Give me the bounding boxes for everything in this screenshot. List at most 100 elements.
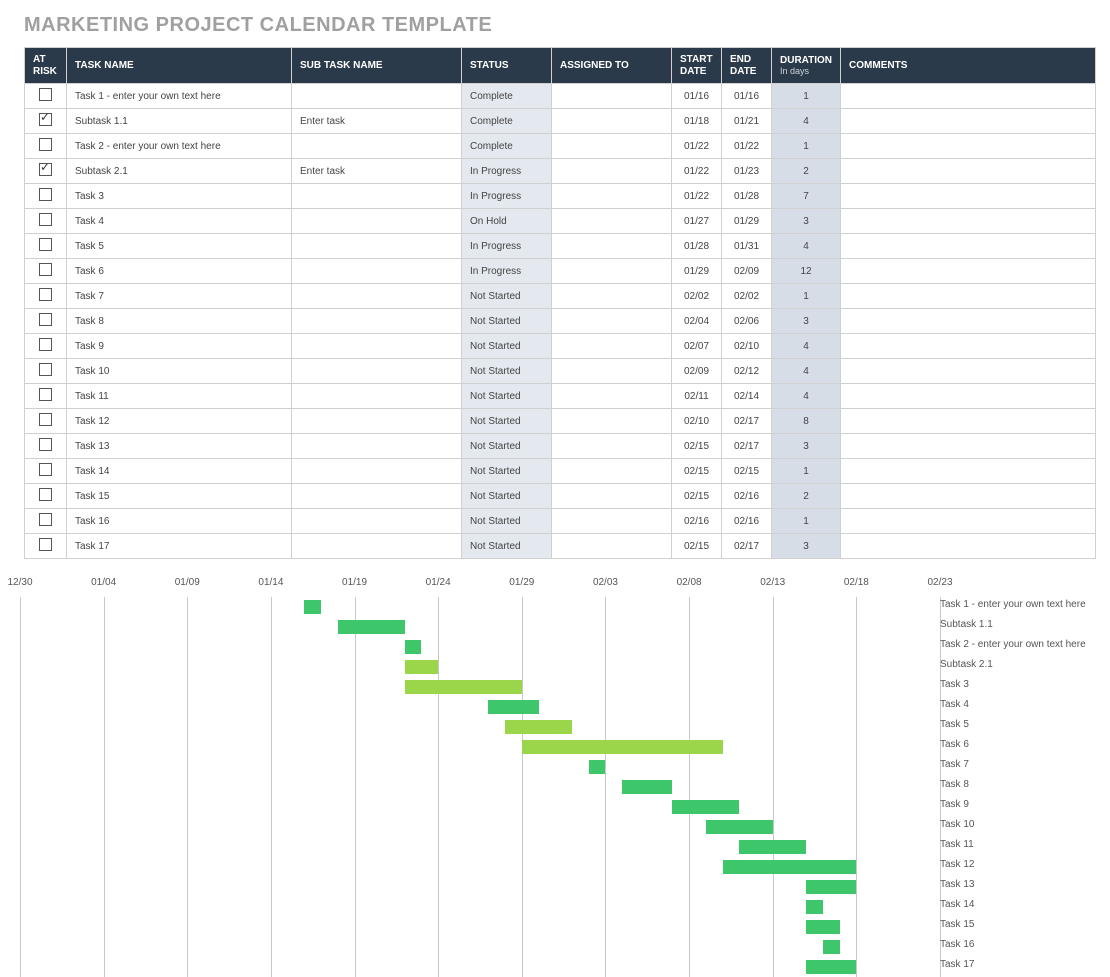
cell-end-date[interactable]: 01/21 (722, 109, 772, 134)
at-risk-checkbox[interactable] (39, 138, 52, 151)
cell-status[interactable]: In Progress (462, 159, 552, 184)
cell-sub-task[interactable]: Enter task (292, 109, 462, 134)
cell-task-name[interactable]: Task 12 (67, 409, 292, 434)
cell-status[interactable]: Complete (462, 84, 552, 109)
cell-duration[interactable]: 1 (772, 459, 841, 484)
cell-task-name[interactable]: Task 2 - enter your own text here (67, 134, 292, 159)
cell-status[interactable]: In Progress (462, 184, 552, 209)
cell-status[interactable]: On Hold (462, 209, 552, 234)
at-risk-checkbox[interactable] (39, 313, 52, 326)
cell-assigned[interactable] (552, 209, 672, 234)
cell-assigned[interactable] (552, 534, 672, 559)
cell-assigned[interactable] (552, 159, 672, 184)
cell-task-name[interactable]: Task 15 (67, 484, 292, 509)
cell-sub-task[interactable] (292, 334, 462, 359)
cell-comments[interactable] (841, 84, 1096, 109)
cell-task-name[interactable]: Task 5 (67, 234, 292, 259)
cell-duration[interactable]: 1 (772, 509, 841, 534)
cell-status[interactable]: Not Started (462, 434, 552, 459)
cell-start-date[interactable]: 02/02 (672, 284, 722, 309)
cell-start-date[interactable]: 02/15 (672, 459, 722, 484)
cell-assigned[interactable] (552, 284, 672, 309)
cell-sub-task[interactable] (292, 209, 462, 234)
cell-comments[interactable] (841, 109, 1096, 134)
cell-task-name[interactable]: Task 16 (67, 509, 292, 534)
at-risk-checkbox[interactable] (39, 338, 52, 351)
cell-assigned[interactable] (552, 234, 672, 259)
cell-assigned[interactable] (552, 459, 672, 484)
at-risk-checkbox[interactable] (39, 88, 52, 101)
cell-sub-task[interactable] (292, 259, 462, 284)
cell-duration[interactable]: 4 (772, 234, 841, 259)
cell-task-name[interactable]: Task 3 (67, 184, 292, 209)
cell-start-date[interactable]: 01/22 (672, 159, 722, 184)
cell-start-date[interactable]: 02/15 (672, 534, 722, 559)
cell-end-date[interactable]: 01/28 (722, 184, 772, 209)
at-risk-checkbox[interactable] (39, 213, 52, 226)
cell-comments[interactable] (841, 309, 1096, 334)
cell-start-date[interactable]: 02/11 (672, 384, 722, 409)
cell-start-date[interactable]: 01/18 (672, 109, 722, 134)
cell-sub-task[interactable]: Enter task (292, 159, 462, 184)
cell-comments[interactable] (841, 284, 1096, 309)
cell-end-date[interactable]: 01/22 (722, 134, 772, 159)
cell-task-name[interactable]: Task 6 (67, 259, 292, 284)
cell-assigned[interactable] (552, 409, 672, 434)
cell-status[interactable]: Not Started (462, 409, 552, 434)
cell-comments[interactable] (841, 134, 1096, 159)
cell-assigned[interactable] (552, 134, 672, 159)
cell-status[interactable]: Not Started (462, 459, 552, 484)
cell-comments[interactable] (841, 359, 1096, 384)
cell-end-date[interactable]: 02/17 (722, 434, 772, 459)
cell-duration[interactable]: 3 (772, 434, 841, 459)
cell-sub-task[interactable] (292, 359, 462, 384)
cell-comments[interactable] (841, 159, 1096, 184)
cell-status[interactable]: In Progress (462, 259, 552, 284)
cell-assigned[interactable] (552, 334, 672, 359)
at-risk-checkbox[interactable] (39, 488, 52, 501)
cell-duration[interactable]: 3 (772, 209, 841, 234)
at-risk-checkbox[interactable] (39, 238, 52, 251)
cell-task-name[interactable]: Task 8 (67, 309, 292, 334)
cell-task-name[interactable]: Task 1 - enter your own text here (67, 84, 292, 109)
cell-status[interactable]: Complete (462, 134, 552, 159)
cell-comments[interactable] (841, 534, 1096, 559)
cell-comments[interactable] (841, 209, 1096, 234)
cell-duration[interactable]: 7 (772, 184, 841, 209)
cell-end-date[interactable]: 01/23 (722, 159, 772, 184)
cell-comments[interactable] (841, 484, 1096, 509)
cell-end-date[interactable]: 02/09 (722, 259, 772, 284)
at-risk-checkbox[interactable] (39, 413, 52, 426)
cell-duration[interactable]: 4 (772, 109, 841, 134)
at-risk-checkbox[interactable] (39, 163, 52, 176)
cell-sub-task[interactable] (292, 434, 462, 459)
cell-duration[interactable]: 3 (772, 309, 841, 334)
cell-comments[interactable] (841, 409, 1096, 434)
cell-start-date[interactable]: 02/15 (672, 434, 722, 459)
cell-sub-task[interactable] (292, 459, 462, 484)
cell-start-date[interactable]: 02/15 (672, 484, 722, 509)
cell-sub-task[interactable] (292, 284, 462, 309)
cell-comments[interactable] (841, 334, 1096, 359)
at-risk-checkbox[interactable] (39, 363, 52, 376)
cell-task-name[interactable]: Task 10 (67, 359, 292, 384)
cell-start-date[interactable]: 01/28 (672, 234, 722, 259)
cell-sub-task[interactable] (292, 134, 462, 159)
cell-status[interactable]: Not Started (462, 359, 552, 384)
cell-status[interactable]: In Progress (462, 234, 552, 259)
cell-status[interactable]: Not Started (462, 384, 552, 409)
cell-end-date[interactable]: 02/16 (722, 509, 772, 534)
cell-start-date[interactable]: 01/29 (672, 259, 722, 284)
cell-comments[interactable] (841, 459, 1096, 484)
cell-status[interactable]: Not Started (462, 309, 552, 334)
cell-sub-task[interactable] (292, 534, 462, 559)
cell-duration[interactable]: 1 (772, 134, 841, 159)
cell-comments[interactable] (841, 384, 1096, 409)
cell-status[interactable]: Complete (462, 109, 552, 134)
cell-end-date[interactable]: 01/31 (722, 234, 772, 259)
cell-start-date[interactable]: 01/16 (672, 84, 722, 109)
cell-assigned[interactable] (552, 509, 672, 534)
cell-assigned[interactable] (552, 484, 672, 509)
cell-task-name[interactable]: Task 11 (67, 384, 292, 409)
cell-start-date[interactable]: 02/09 (672, 359, 722, 384)
